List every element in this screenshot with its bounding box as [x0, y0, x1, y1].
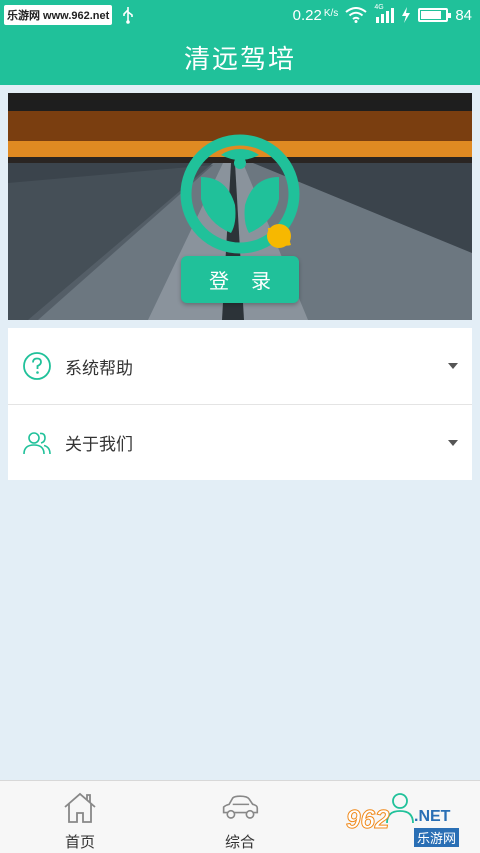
- wifi-icon: [345, 7, 367, 23]
- charging-icon: [402, 7, 411, 23]
- menu-item-label: 系统帮助: [65, 358, 133, 379]
- cell-signal: 4G: [374, 4, 395, 23]
- question-icon: [23, 352, 51, 380]
- car-icon: [222, 795, 259, 819]
- home-icon: [64, 792, 96, 823]
- tab-label: 首页: [64, 833, 95, 851]
- usb-icon: [123, 7, 134, 24]
- login-button[interactable]: 登录: [181, 256, 299, 303]
- tab-general[interactable]: 综合: [160, 781, 320, 853]
- app-header: 清远驾培: [0, 30, 480, 85]
- network-speed: 0.22 K/s: [292, 6, 339, 24]
- app-logo-icon: [180, 134, 300, 254]
- users-icon: [23, 431, 51, 454]
- tab-label: 综合: [224, 833, 255, 851]
- watermark-label: 乐游网 www.962.net: [4, 5, 113, 25]
- chevron-down-icon: [448, 439, 458, 446]
- menu-list: 系统帮助 关于我们: [8, 328, 472, 480]
- battery-percent: 84: [455, 6, 472, 24]
- site-watermark: 962 .NET 乐游网: [342, 804, 474, 848]
- watermark-site-name: 乐游网: [414, 828, 460, 847]
- watermark-domain: .NET: [414, 808, 451, 825]
- status-bar: 乐游网 www.962.net 0.22 K/s 4G 84: [0, 0, 480, 30]
- page-title: 清远驾培: [183, 45, 296, 75]
- menu-item-label: 关于我们: [65, 435, 133, 455]
- menu-item-about[interactable]: 关于我们: [8, 404, 472, 480]
- chevron-down-icon: [448, 363, 458, 369]
- menu-item-help[interactable]: 系统帮助: [8, 328, 472, 404]
- battery-icon: [418, 8, 452, 22]
- watermark-number: 962: [345, 804, 390, 835]
- banner: 登录: [8, 93, 472, 320]
- tab-home[interactable]: 首页: [0, 781, 160, 853]
